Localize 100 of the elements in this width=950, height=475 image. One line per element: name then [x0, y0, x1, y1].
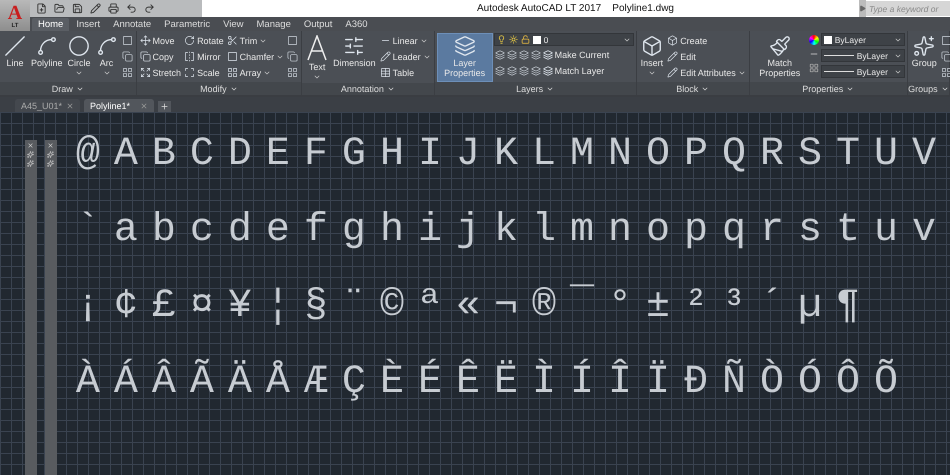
save-icon[interactable] — [72, 3, 83, 14]
scissors-icon — [226, 35, 238, 46]
layers-icon — [542, 50, 553, 60]
search-field[interactable]: Type a keyword or — [866, 1, 950, 16]
property-dropdown[interactable]: ByLayer — [820, 33, 905, 46]
copy-button[interactable] — [940, 49, 950, 64]
ribbon-button[interactable]: Dimension — [331, 33, 378, 83]
grid-button[interactable] — [286, 65, 300, 80]
sun-icon — [508, 35, 518, 44]
copy-button[interactable] — [120, 49, 134, 64]
ribbon-button[interactable]: Copy — [138, 49, 182, 64]
sparkle-icon[interactable] — [47, 160, 54, 167]
ribbon-button[interactable]: Leader — [378, 49, 432, 64]
new-file-icon[interactable] — [36, 3, 47, 14]
copy-button[interactable] — [286, 49, 300, 64]
pencil-icon — [380, 51, 391, 62]
panel-title[interactable]: Layers — [434, 82, 636, 95]
new-tab-button[interactable] — [158, 101, 171, 112]
ribbon-button[interactable]: Scale — [183, 65, 225, 80]
caret-icon — [102, 69, 111, 77]
layers-icon — [454, 35, 476, 57]
print-icon[interactable] — [108, 3, 119, 14]
panel-title[interactable]: Groups — [908, 82, 949, 95]
document-tab[interactable]: A45_U01* — [15, 99, 80, 112]
paintbrush-icon — [768, 35, 791, 57]
ribbon-tab[interactable]: Annotate — [107, 18, 158, 31]
rotate-icon — [184, 35, 196, 46]
ribbon-button[interactable]: Stretch — [138, 65, 182, 80]
ribbon-button[interactable]: Rotate — [183, 33, 225, 48]
undo-icon[interactable] — [126, 3, 137, 14]
ribbon-button[interactable]: Text — [304, 33, 330, 83]
layers-icon — [542, 66, 553, 76]
ribbon-tab[interactable]: A360 — [339, 18, 374, 31]
panel-title[interactable]: Annotation — [302, 83, 434, 95]
close-icon[interactable] — [47, 142, 54, 149]
ribbon-button[interactable]: Make Current — [542, 47, 610, 62]
ribbon-button[interactable]: Polyline — [29, 33, 65, 82]
ribbon-tab[interactable]: Home — [32, 18, 70, 31]
close-icon[interactable] — [66, 102, 74, 110]
unlock-icon — [520, 35, 530, 44]
close-icon[interactable] — [140, 102, 148, 110]
pencil-icon[interactable] — [90, 3, 101, 14]
ribbon-button[interactable]: Insert — [638, 33, 666, 82]
folder-icon[interactable] — [54, 3, 65, 14]
square-button[interactable] — [120, 33, 134, 48]
property-dropdown[interactable]: ByLayer — [820, 49, 905, 62]
table-icon — [380, 67, 391, 78]
ribbon-tab[interactable]: Parametric — [158, 18, 216, 31]
ribbon-button[interactable]: Layer Properties — [436, 33, 493, 82]
ribbon-button[interactable]: Linear — [378, 33, 432, 48]
ribbon-tab[interactable]: Output — [298, 18, 338, 31]
ribbon-button[interactable]: Move — [138, 33, 182, 48]
ribbon-button[interactable]: Chamfer — [226, 49, 286, 64]
ribbon-button[interactable]: Array — [226, 65, 286, 80]
panel-title[interactable]: Block — [636, 82, 749, 95]
sparkle-icon — [913, 35, 936, 57]
panel-title[interactable]: Draw — [0, 82, 136, 95]
grid-icon — [808, 63, 819, 73]
ribbon-button[interactable]: Mirror — [183, 49, 225, 64]
ribbon-tab[interactable]: Insert — [70, 18, 106, 31]
mirror-icon — [184, 51, 196, 62]
property-dropdown[interactable]: ByLayer — [820, 65, 905, 78]
panel-title[interactable]: Modify — [136, 82, 302, 95]
sparkle-icon[interactable] — [27, 160, 34, 167]
ribbon-button[interactable]: Arc — [94, 33, 120, 82]
close-icon[interactable] — [27, 142, 34, 149]
drawn-glyph-row-text: `abcdefghijklmnopqrstuv — [74, 207, 950, 255]
ribbon-button[interactable]: Match Layer — [542, 63, 606, 78]
letter-icon — [306, 35, 328, 61]
ribbon-button[interactable]: Create — [666, 33, 747, 48]
drawn-glyph-row-text: ÀÁÂÃÄÅÆÇÈÉÊËÌÍÎÏÐÑÒÓÔÕ — [74, 358, 912, 407]
maximize-icon — [184, 67, 196, 78]
grid-button[interactable] — [120, 65, 134, 80]
panel-title[interactable]: Properties — [750, 82, 907, 95]
curve-icon — [96, 35, 118, 57]
square-button[interactable] — [286, 33, 300, 48]
ribbon-button[interactable]: Trim — [226, 33, 286, 48]
ribbon-button[interactable]: Edit Attributes — [666, 65, 747, 80]
lightbulb-icon — [496, 35, 506, 44]
ribbon-tab[interactable]: Manage — [250, 18, 297, 31]
sparkle-icon[interactable] — [27, 151, 34, 158]
caret-icon — [313, 73, 322, 81]
ribbon-button[interactable]: Table — [378, 65, 432, 80]
ribbon-button[interactable]: Edit — [666, 49, 747, 64]
ribbon-button[interactable]: Line — [2, 33, 28, 82]
layer-dropdown[interactable]: 0 — [494, 33, 634, 46]
redo-icon[interactable] — [144, 3, 155, 14]
sparkle-icon[interactable] — [47, 151, 54, 158]
ribbon-button[interactable]: Circle — [66, 33, 93, 82]
ribbon-button[interactable]: Group — [910, 33, 939, 82]
window-title: Autodesk AutoCAD LT 2017 Polyline1.dwg — [476, 3, 675, 14]
circle-icon — [68, 35, 90, 57]
document-tab[interactable]: Polyline1* — [84, 99, 154, 112]
box-icon — [640, 35, 663, 57]
ribbon-button[interactable]: Match Properties — [752, 33, 808, 82]
square-button[interactable] — [940, 33, 950, 48]
drawing-canvas[interactable]: @ABCDEFGHIJKLMNOPQRSTUV `abcdefghijklmnopqrstuv ¡¢£¤¥¦§¨©ª«¬®¯°±²³´µ¶ ÀÁÂÃÄÅÆÇÈÉÊËÌÍÎÏÐÑÒÓÔÕ — [0, 112, 950, 475]
box-icon — [667, 35, 678, 46]
ribbon-tab[interactable]: View — [217, 18, 250, 31]
grid-button[interactable] — [940, 65, 950, 80]
